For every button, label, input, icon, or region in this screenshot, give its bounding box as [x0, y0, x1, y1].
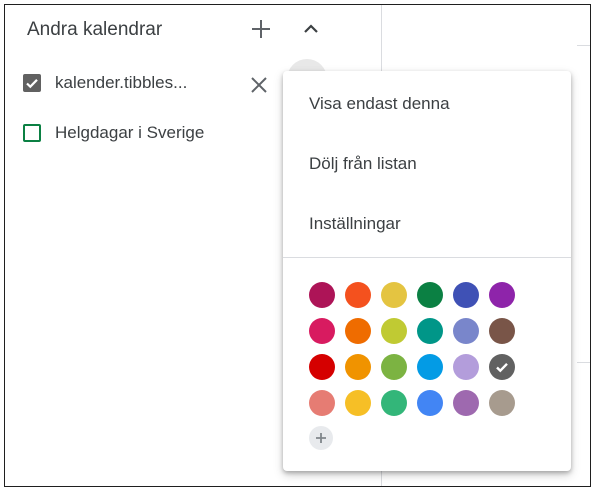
calendar-item-tibbles[interactable]: kalender.tibbles... — [23, 68, 187, 98]
calendar-item-helgdagar[interactable]: Helgdagar i Sverige — [23, 118, 204, 148]
color-swatch[interactable] — [345, 282, 371, 308]
calendar-item-label: Helgdagar i Sverige — [55, 123, 205, 142]
menu-item-settings[interactable]: Inställningar — [283, 195, 571, 253]
checkmark-icon — [26, 79, 38, 89]
color-swatch[interactable] — [453, 318, 479, 344]
add-custom-color-button[interactable] — [309, 426, 333, 450]
color-swatch[interactable] — [417, 282, 443, 308]
calendar-grid-line — [577, 45, 590, 46]
calendar-options-menu: Visa endast denna Dölj från listan Instä… — [283, 71, 571, 471]
other-calendars-title: Andra kalendrar — [27, 19, 163, 40]
menu-item-show-only-this[interactable]: Visa endast denna — [283, 75, 571, 133]
color-swatch[interactable] — [309, 390, 335, 416]
color-swatch[interactable] — [309, 318, 335, 344]
color-swatch[interactable] — [489, 354, 515, 380]
color-swatch[interactable] — [381, 318, 407, 344]
color-swatch[interactable] — [489, 318, 515, 344]
calendar-checkbox-unchecked[interactable] — [23, 124, 41, 142]
color-swatch[interactable] — [309, 354, 335, 380]
color-swatch[interactable] — [489, 282, 515, 308]
color-swatch[interactable] — [381, 354, 407, 380]
color-swatch[interactable] — [417, 318, 443, 344]
checkmark-icon — [496, 362, 508, 373]
chevron-up-icon — [304, 24, 318, 33]
plus-icon — [316, 433, 326, 443]
calendar-window: Andra kalendrar kalender.tibbles... Helg… — [4, 4, 591, 487]
color-swatch[interactable] — [309, 282, 335, 308]
color-swatch[interactable] — [489, 390, 515, 416]
collapse-other-calendars-button[interactable] — [301, 19, 321, 39]
color-swatch[interactable] — [381, 390, 407, 416]
color-swatch[interactable] — [453, 354, 479, 380]
close-icon — [251, 77, 267, 93]
unsubscribe-calendar-button[interactable] — [249, 75, 269, 95]
menu-divider — [283, 257, 571, 258]
color-swatch[interactable] — [345, 390, 371, 416]
add-calendar-button[interactable] — [249, 17, 273, 41]
calendar-item-label: kalender.tibbles... — [55, 73, 188, 92]
color-swatch[interactable] — [453, 282, 479, 308]
color-swatch[interactable] — [417, 354, 443, 380]
color-swatch[interactable] — [453, 390, 479, 416]
calendar-checkbox-checked[interactable] — [23, 74, 41, 92]
color-swatch[interactable] — [417, 390, 443, 416]
color-swatch[interactable] — [345, 354, 371, 380]
color-swatch[interactable] — [345, 318, 371, 344]
calendar-grid-line — [577, 362, 590, 363]
plus-icon — [252, 20, 270, 38]
color-swatch[interactable] — [381, 282, 407, 308]
menu-item-hide-from-list[interactable]: Dölj från listan — [283, 135, 571, 193]
